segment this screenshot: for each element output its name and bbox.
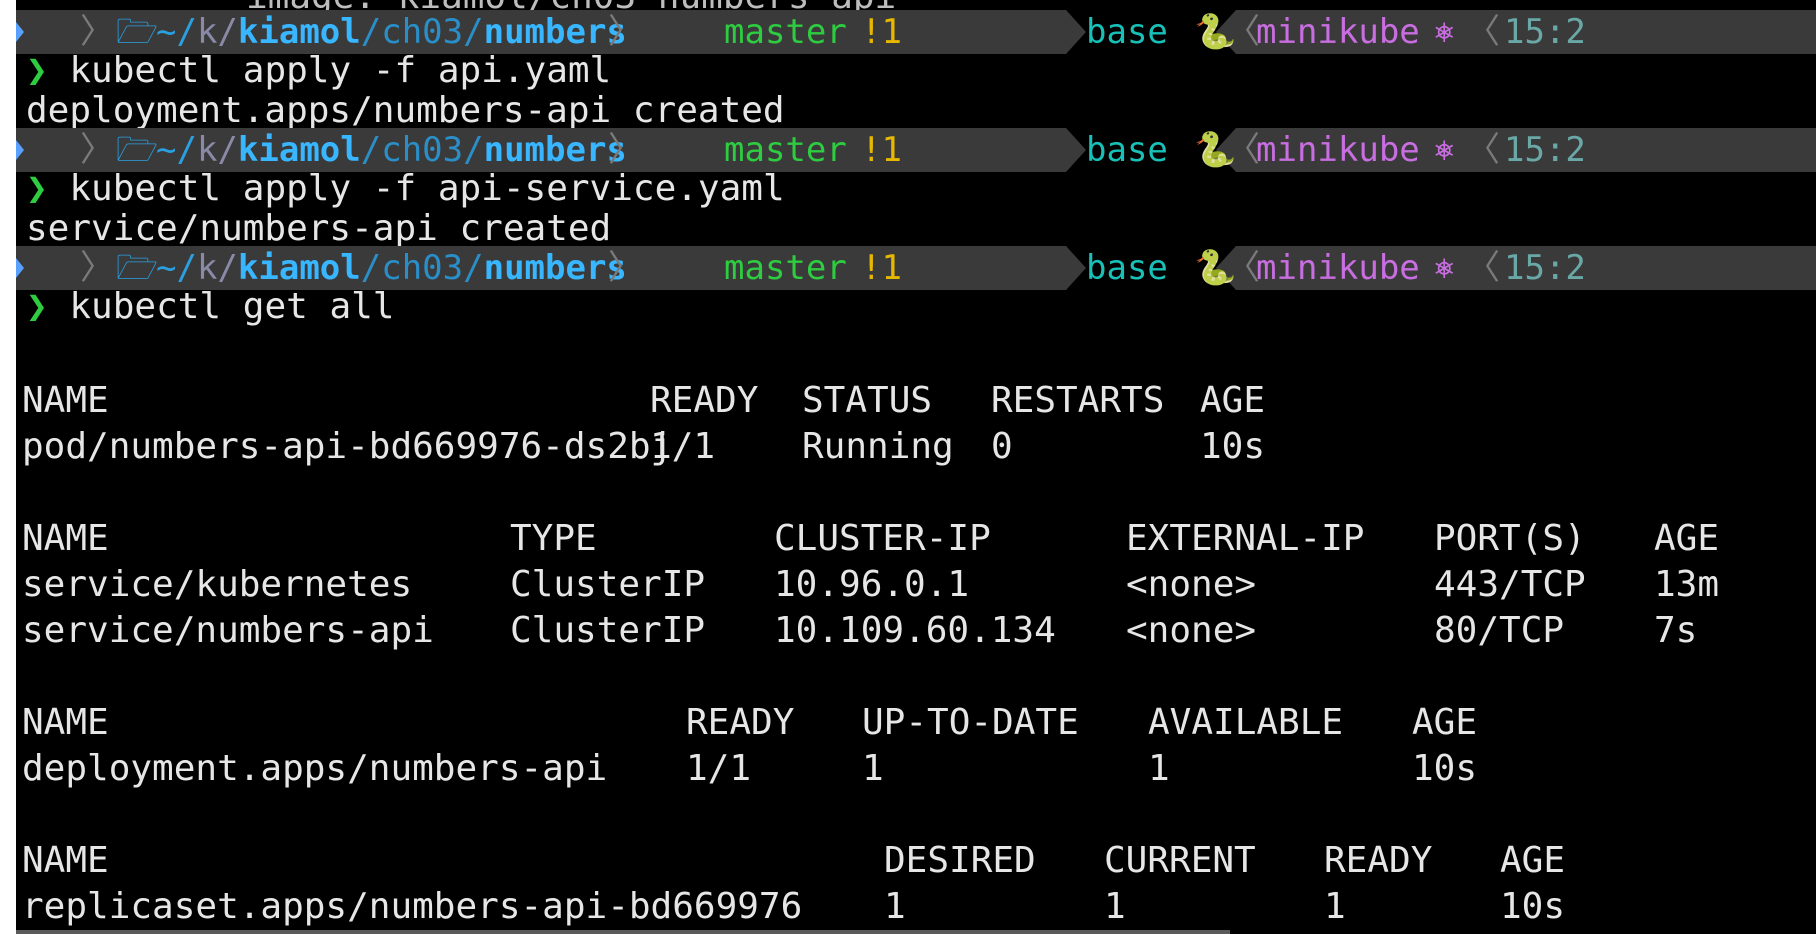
deployments-header-ready: READY <box>686 702 795 743</box>
command-line: ❯ kubectl get all <box>26 286 395 327</box>
service-name: service/numbers-api <box>22 610 434 651</box>
git-branch-name: master <box>724 12 847 52</box>
replicasets-header-desired: DESIRED <box>884 840 1036 881</box>
service-type: ClusterIP <box>510 564 706 605</box>
separator-icon: 〈 <box>1466 130 1500 170</box>
prompt-time: 15:2 <box>1504 12 1586 52</box>
services-header-name: NAME <box>22 518 109 559</box>
services-header-cluster-ip: CLUSTER-IP <box>774 518 991 559</box>
deployments-header-up-to-date: UP-TO-DATE <box>862 702 1079 743</box>
pods-header-ready: READY <box>650 380 759 421</box>
services-header-external-ip: EXTERNAL-IP <box>1126 518 1365 559</box>
pods-header-name: NAME <box>22 380 109 421</box>
replicaset-desired: 1 <box>884 886 906 927</box>
pod-ready: 1/1 <box>650 426 716 467</box>
replicasets-header-name: NAME <box>22 840 109 881</box>
prompt-time: 15:2 <box>1504 248 1586 288</box>
git-dirty-status: !1 <box>861 248 902 288</box>
replicasets-header-age: AGE <box>1500 840 1566 881</box>
terminal[interactable]: image: kiamol/ch03-numbers-api 〉 🗁 ~/k/k… <box>16 0 1816 934</box>
prompt-chevron-icon: ❯ <box>26 168 48 209</box>
deployments-header-available: AVAILABLE <box>1148 702 1344 743</box>
prompt-chevron-icon: ❯ <box>26 50 48 91</box>
services-header-type: TYPE <box>510 518 597 559</box>
deployment-age: 10s <box>1412 748 1478 789</box>
deployment-available: 1 <box>1148 748 1170 789</box>
service-cluster-ip: 10.96.0.1 <box>774 564 970 605</box>
pod-status: Running <box>802 426 954 467</box>
pods-header-status: STATUS <box>802 380 933 421</box>
replicaset-name: replicaset.apps/numbers-api-bd669976 <box>22 886 803 927</box>
kube-context: minikube <box>1256 12 1420 52</box>
deployment-ready: 1/1 <box>686 748 752 789</box>
service-ports: 80/TCP <box>1434 610 1565 651</box>
pod-age: 10s <box>1200 426 1266 467</box>
separator-icon: 〈 <box>1226 12 1260 52</box>
service-ports: 443/TCP <box>1434 564 1586 605</box>
separator-icon: 〈 <box>1226 130 1260 170</box>
services-header-ports: PORT(S) <box>1434 518 1586 559</box>
prompt-time: 15:2 <box>1504 130 1586 170</box>
deployments-header-name: NAME <box>22 702 109 743</box>
replicaset-ready: 1 <box>1324 886 1346 927</box>
pod-restarts: 0 <box>991 426 1013 467</box>
kubernetes-icon: ⎈ <box>1434 248 1455 288</box>
replicasets-header-ready: READY <box>1324 840 1433 881</box>
kubernetes-icon: ⎈ <box>1434 12 1455 52</box>
kubernetes-icon: ⎈ <box>1434 130 1455 170</box>
separator-icon: 〈 <box>1466 12 1500 52</box>
kube-context: minikube <box>1256 248 1420 288</box>
git-dirty-status: !1 <box>861 12 902 52</box>
prompt-chevron-icon: ❯ <box>26 286 48 327</box>
deployment-name: deployment.apps/numbers-api <box>22 748 608 789</box>
replicasets-header-current: CURRENT <box>1104 840 1256 881</box>
separator-icon: 〉 <box>608 248 642 288</box>
deployments-header-age: AGE <box>1412 702 1478 743</box>
service-cluster-ip: 10.109.60.134 <box>774 610 1056 651</box>
separator-icon: 〈 <box>1226 248 1260 288</box>
conda-env: base <box>1086 248 1168 288</box>
git-branch-name: master <box>724 248 847 288</box>
service-type: ClusterIP <box>510 610 706 651</box>
conda-env: base <box>1086 12 1168 52</box>
service-external-ip: <none> <box>1126 564 1257 605</box>
deployment-up-to-date: 1 <box>862 748 884 789</box>
service-age: 13m <box>1654 564 1720 605</box>
pods-header-age: AGE <box>1200 380 1266 421</box>
services-header-age: AGE <box>1654 518 1720 559</box>
conda-env: base <box>1086 130 1168 170</box>
divider <box>16 930 1230 934</box>
pod-name: pod/numbers-api-bd669976-ds2bj <box>22 426 673 467</box>
service-external-ip: <none> <box>1126 610 1257 651</box>
service-age: 7s <box>1654 610 1698 651</box>
kube-context: minikube <box>1256 130 1420 170</box>
replicaset-current: 1 <box>1104 886 1126 927</box>
pods-header-restarts: RESTARTS <box>991 380 1165 421</box>
window-edge <box>0 0 16 934</box>
git-dirty-status: !1 <box>861 130 902 170</box>
service-name: service/kubernetes <box>22 564 413 605</box>
replicaset-age: 10s <box>1500 886 1566 927</box>
separator-icon: 〈 <box>1466 248 1500 288</box>
separator-icon: 〉 <box>608 12 642 52</box>
